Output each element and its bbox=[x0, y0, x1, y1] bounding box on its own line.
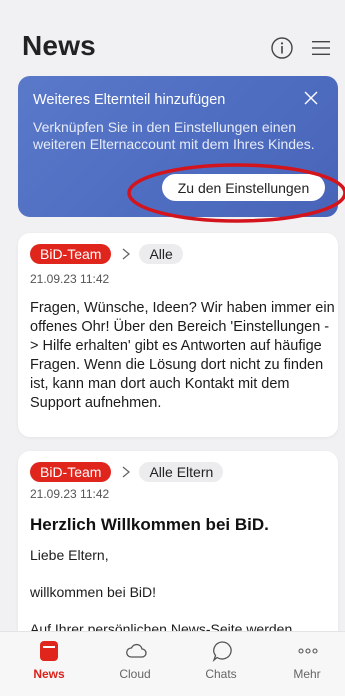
chat-bubble-icon bbox=[212, 641, 232, 662]
tab-cloud[interactable]: Cloud bbox=[92, 632, 178, 696]
audience-tag: Alle bbox=[139, 244, 183, 264]
post-tags: BiD-Team Alle bbox=[30, 244, 183, 264]
news-icon bbox=[40, 641, 58, 661]
cloud-icon bbox=[126, 643, 147, 658]
banner-text: Verknüpfen Sie in den Einstellungen eine… bbox=[33, 119, 315, 152]
news-post[interactable]: BiD-Team Alle Eltern 21.09.23 11:42 Herz… bbox=[18, 451, 338, 661]
banner-title: Weiteres Elternteil hinzufügen bbox=[33, 92, 226, 108]
post-title: Herzlich Willkommen bei BiD. bbox=[30, 515, 269, 534]
info-icon[interactable] bbox=[270, 36, 294, 60]
settings-button[interactable]: Zu den Einstellungen bbox=[162, 174, 325, 201]
author-tag: BiD-Team bbox=[30, 244, 112, 264]
post-greeting: Liebe Eltern, bbox=[30, 547, 109, 563]
tab-label: Chats bbox=[205, 667, 237, 681]
author-tag: BiD-Team bbox=[30, 462, 112, 482]
bottom-tab-bar: News Cloud Chats Mehr bbox=[0, 631, 345, 696]
close-icon[interactable] bbox=[301, 88, 321, 108]
post-body: Fragen, Wünsche, Ideen? Wir haben immer … bbox=[30, 300, 335, 411]
page-title: News bbox=[22, 30, 96, 61]
top-header: News bbox=[0, 0, 345, 72]
audience-tag: Alle Eltern bbox=[139, 462, 224, 482]
chevron-right-icon bbox=[123, 248, 131, 260]
tab-label: News bbox=[33, 667, 65, 681]
post-date: 21.09.23 11:42 bbox=[30, 272, 110, 286]
menu-icon[interactable] bbox=[309, 36, 333, 60]
post-paragraph: willkommen bei BiD! bbox=[30, 584, 157, 600]
news-post[interactable]: BiD-Team Alle 21.09.23 11:42 Fragen, Wün… bbox=[18, 233, 338, 437]
tab-label: Mehr bbox=[293, 667, 321, 681]
more-dots-icon bbox=[298, 648, 318, 654]
tab-more[interactable]: Mehr bbox=[264, 632, 345, 696]
tab-label: Cloud bbox=[119, 667, 151, 681]
post-tags: BiD-Team Alle Eltern bbox=[30, 462, 224, 482]
add-parent-banner: Weiteres Elternteil hinzufügen Verknüpfe… bbox=[18, 76, 338, 217]
tab-news[interactable]: News bbox=[6, 632, 92, 696]
chevron-right-icon bbox=[123, 466, 131, 478]
tab-chats[interactable]: Chats bbox=[178, 632, 264, 696]
post-date: 21.09.23 11:42 bbox=[30, 487, 110, 501]
